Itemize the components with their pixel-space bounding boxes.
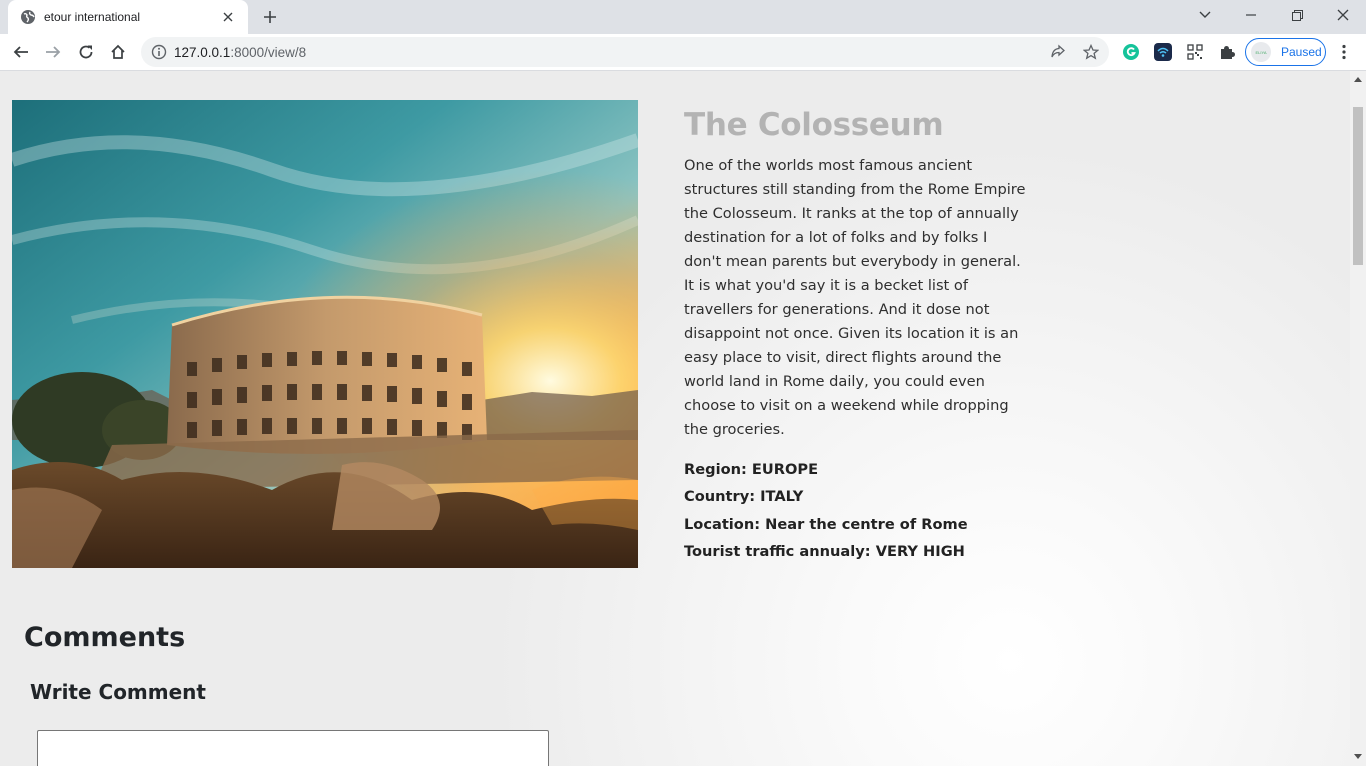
scroll-up-arrow-icon[interactable] [1354, 77, 1362, 82]
wifi-extension-icon[interactable] [1154, 43, 1172, 61]
profile-paused-button[interactable]: ELIYA Paused [1245, 38, 1326, 66]
browser-menu-icon[interactable] [1335, 43, 1353, 61]
close-window-icon[interactable] [1320, 0, 1366, 30]
tab-strip: etour international [0, 0, 1366, 34]
extensions-puzzle-icon[interactable] [1218, 43, 1236, 61]
reload-icon[interactable] [72, 38, 100, 66]
fact-tourist-traffic: Tourist traffic annualy: VERY HIGH [684, 542, 965, 560]
write-comment-heading: Write Comment [30, 680, 206, 704]
place-facts: Region: EUROPE Country: ITALY Location: … [684, 456, 1029, 565]
minimize-icon[interactable] [1228, 0, 1274, 30]
profile-status-label: Paused [1281, 45, 1322, 59]
browser-tab[interactable]: etour international [8, 0, 248, 34]
scrollbar-thumb[interactable] [1353, 107, 1363, 265]
avatar: ELIYA [1251, 42, 1271, 62]
place-info: The Colosseum One of the worlds most fam… [684, 107, 1029, 565]
page-content: The Colosseum One of the worlds most fam… [0, 71, 1350, 766]
url-host: 127.0.0.1 [174, 45, 231, 60]
restore-icon[interactable] [1274, 0, 1320, 30]
forward-arrow-icon[interactable] [39, 38, 67, 66]
fact-region: Region: EUROPE [684, 461, 819, 478]
share-icon[interactable] [1049, 43, 1067, 61]
tab-title: etour international [44, 10, 141, 24]
browser-toolbar: 127.0.0.1:8000/view/8 ELIYA Paused [0, 34, 1366, 71]
grammarly-extension-icon[interactable] [1122, 43, 1140, 61]
url-text: 127.0.0.1:8000/view/8 [174, 45, 306, 60]
close-tab-icon[interactable] [218, 7, 238, 27]
page-scrollbar[interactable] [1350, 71, 1366, 766]
home-icon[interactable] [104, 38, 132, 66]
fact-country: Country: ITALY [684, 488, 804, 506]
bookmark-star-icon[interactable] [1082, 43, 1100, 61]
page-title: The Colosseum [684, 107, 944, 143]
scroll-down-arrow-icon[interactable] [1354, 754, 1362, 759]
address-bar[interactable]: 127.0.0.1:8000/view/8 [141, 37, 1109, 67]
globe-icon [20, 9, 36, 25]
comment-input[interactable] [37, 730, 549, 766]
fact-location: Location: Near the centre of Rome [684, 515, 968, 533]
new-tab-icon[interactable] [258, 5, 282, 29]
url-path: :8000/view/8 [230, 45, 307, 60]
place-description: One of the worlds most famous ancient st… [684, 157, 1026, 438]
comments-heading: Comments [24, 622, 186, 653]
qr-code-extension-icon[interactable] [1186, 43, 1204, 61]
site-info-icon[interactable] [151, 44, 167, 60]
back-arrow-icon[interactable] [7, 38, 35, 66]
tab-search-chevron-icon[interactable] [1182, 0, 1228, 30]
colosseum-photo [12, 100, 638, 568]
